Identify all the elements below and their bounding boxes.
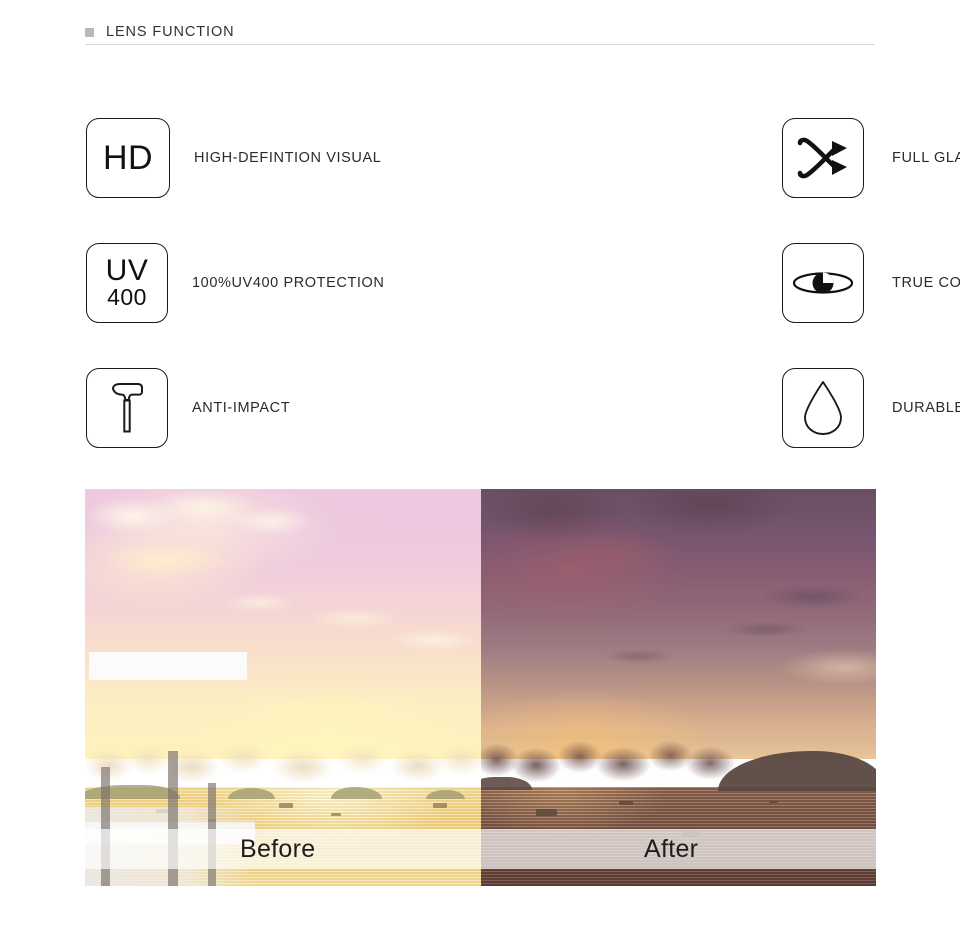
- after-label: After: [644, 835, 699, 863]
- before-clouds: [85, 489, 481, 759]
- feature-label-hd: HIGH-DEFINTION VISUAL: [194, 149, 382, 166]
- feature-label-durable: DURABLE AND EASY TO CLEAN: [892, 399, 960, 416]
- after-boat: [769, 800, 779, 804]
- page-title: LENS FUNCTION: [106, 24, 235, 40]
- header-divider: [85, 44, 875, 45]
- section-header: LENS FUNCTION: [85, 17, 875, 47]
- uv400-icon: UV 400: [86, 242, 168, 323]
- feature-row: HD HIGH-DEFINTION VISUAL FULL GLARE BARR…: [0, 95, 960, 220]
- feature-item-true-color: TRUE COLOR: [390, 220, 960, 345]
- feature-item-hd: HD HIGH-DEFINTION VISUAL: [0, 95, 390, 220]
- after-boat: [619, 800, 633, 806]
- before-boat: [279, 802, 294, 809]
- glare-barrier-cross-arrows-icon: [782, 117, 864, 198]
- hammer-icon: [86, 367, 168, 448]
- comparison-half-before: [85, 489, 481, 886]
- droplet-glyph: [804, 380, 842, 435]
- before-pier-post: [168, 751, 178, 886]
- before-pier-post: [207, 782, 217, 886]
- comparison-half-after: [481, 489, 876, 886]
- square-bullet-icon: [85, 27, 94, 37]
- uv400-icon-bottom: 400: [107, 283, 147, 310]
- after-clouds: [481, 489, 876, 759]
- feature-item-anti-impact: ANTI-IMPACT: [0, 345, 390, 470]
- feature-label-glare: FULL GLARE BARRIER: [892, 149, 960, 166]
- before-boat: [433, 802, 447, 808]
- feature-item-durable: DURABLE AND EASY TO CLEAN: [390, 345, 960, 470]
- before-photo: [85, 489, 481, 886]
- cross-arrows-glyph: [797, 137, 847, 178]
- before-cloud-band: [85, 739, 481, 787]
- uv400-icon-text: UV 400: [105, 254, 149, 310]
- hammer-glyph: [111, 382, 143, 432]
- feature-row: ANTI-IMPACT DURABLE AND EASY TO CLEAN: [0, 345, 960, 470]
- lens-function-feature-grid: HD HIGH-DEFINTION VISUAL FULL GLARE BARR…: [0, 95, 960, 470]
- after-boat: [536, 808, 557, 816]
- before-pier-rail: [88, 651, 248, 680]
- eye-glyph: [792, 271, 854, 294]
- water-droplet-icon: [782, 367, 864, 448]
- after-photo: [481, 489, 876, 886]
- feature-row: UV 400 100%UV400 PROTECTION TRUE COLOR: [0, 220, 960, 345]
- hd-icon-label: HD: [102, 138, 154, 177]
- eye-icon: [782, 242, 864, 323]
- feature-label-anti-impact: ANTI-IMPACT: [192, 399, 291, 416]
- before-boat: [330, 812, 341, 816]
- before-pier-post: [100, 766, 111, 886]
- feature-label-true-color: TRUE COLOR: [892, 274, 960, 291]
- before-label: Before: [240, 835, 316, 863]
- before-after-comparison-image: Before After: [85, 489, 876, 886]
- feature-label-uv400: 100%UV400 PROTECTION: [192, 274, 385, 291]
- hd-icon: HD: [86, 117, 170, 198]
- feature-item-glare: FULL GLARE BARRIER: [390, 95, 960, 220]
- feature-item-uv400: UV 400 100%UV400 PROTECTION: [0, 220, 390, 345]
- before-islands: [85, 781, 481, 800]
- uv400-icon-top: UV: [105, 254, 149, 288]
